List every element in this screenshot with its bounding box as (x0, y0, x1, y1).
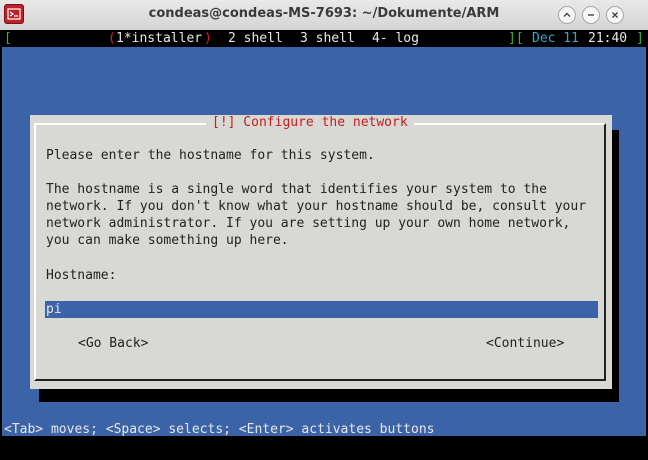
status-window-2[interactable]: 2 shell (228, 30, 283, 47)
status-paren-close: ) (204, 31, 212, 46)
close-icon (612, 12, 618, 18)
hostname-prompt: Please enter the hostname for this syste… (46, 148, 375, 163)
description-line-3: network administrator. If you are settin… (46, 216, 571, 231)
window-title: condeas@condeas-MS-7693: ~/Dokumente/ARM (148, 6, 500, 21)
go-back-button[interactable]: <Go Back> (78, 335, 148, 352)
status-window-3[interactable]: 3 shell (300, 30, 355, 47)
status-date: Dec 11 (532, 31, 579, 46)
maximize-button[interactable] (558, 6, 576, 24)
installer-background: [!] Configure the network Please enter t… (2, 47, 646, 436)
status-paren-open: ( (108, 31, 116, 46)
status-bracket-left: [ (4, 31, 12, 46)
description-line-2: network. If you don't know what your hos… (46, 199, 587, 214)
description-line-4: you can make something up here. (46, 233, 289, 248)
title-bar[interactable]: condeas@condeas-MS-7693: ~/Dokumente/ARM (0, 0, 648, 31)
minimize-button[interactable] (582, 6, 600, 24)
status-bracket-right: ] (636, 31, 644, 46)
screen-status-bar: [ ( 1*installer ) 2 shell 3 shell 4- log… (0, 30, 648, 47)
terminal-bottom-row (0, 436, 648, 460)
description-line-1: The hostname is a single word that ident… (46, 182, 547, 197)
status-time: 21:40 (588, 31, 628, 46)
terminal-window: condeas@condeas-MS-7693: ~/Dokumente/ARM… (0, 0, 648, 460)
continue-button[interactable]: <Continue> (486, 335, 564, 352)
hostname-label: Hostname: (46, 268, 117, 283)
configure-network-dialog: [!] Configure the network Please enter t… (30, 115, 612, 389)
minimize-icon (588, 14, 594, 16)
terminal-area[interactable]: [ ( 1*installer ) 2 shell 3 shell 4- log… (0, 30, 648, 460)
status-window-4[interactable]: 4- log (372, 30, 419, 47)
chevron-up-icon (563, 12, 571, 17)
status-window-active[interactable]: 1*installer (116, 30, 202, 47)
dialog-title: [!] Configure the network (206, 115, 414, 131)
close-button[interactable] (606, 6, 624, 24)
status-bracket-mid: ][ (508, 31, 524, 46)
hostname-input[interactable]: pi (45, 301, 598, 318)
